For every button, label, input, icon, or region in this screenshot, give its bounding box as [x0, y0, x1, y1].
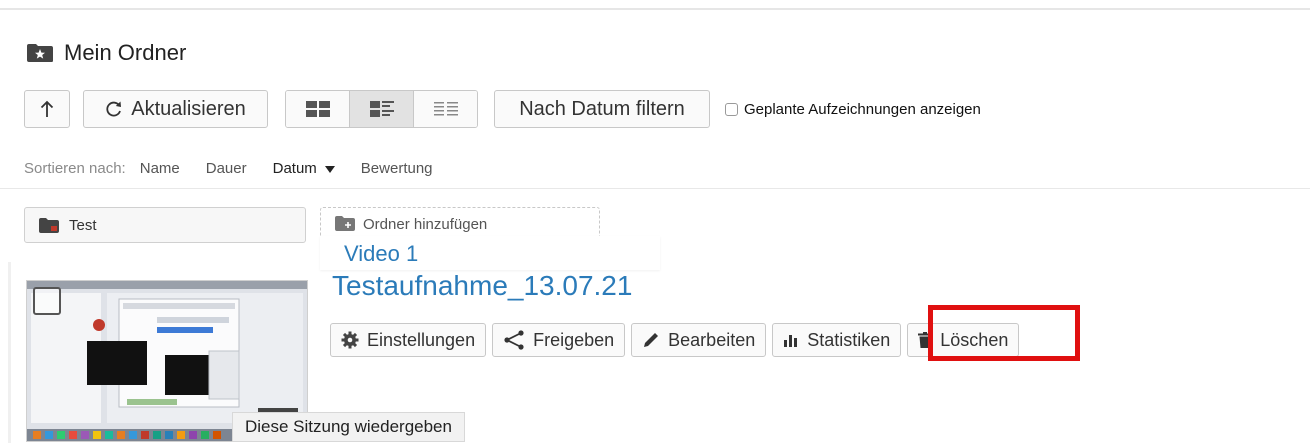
statistics-button[interactable]: Statistiken	[772, 323, 902, 357]
starred-folder-icon	[26, 43, 54, 63]
select-checkbox[interactable]	[33, 287, 61, 315]
date-filter-button[interactable]: Nach Datum filtern	[494, 90, 710, 128]
refresh-label: Aktualisieren	[131, 97, 246, 120]
folder-name: Test	[69, 216, 97, 234]
scheduled-checkbox[interactable]	[725, 102, 738, 116]
refresh-button[interactable]: Aktualisieren	[83, 90, 268, 128]
sort-desc-icon	[324, 165, 335, 173]
folder-add-icon	[335, 216, 355, 231]
edit-label: Bearbeiten	[668, 329, 756, 350]
sort-date[interactable]: Datum	[273, 160, 335, 177]
list-icon	[433, 102, 458, 116]
settings-button[interactable]: Einstellungen	[330, 323, 487, 357]
scheduled-recordings-toggle[interactable]: Geplante Aufzeichnungen anzeigen	[725, 101, 981, 118]
grid-view-button[interactable]	[286, 91, 350, 127]
scheduled-label: Geplante Aufzeichnungen anzeigen	[744, 100, 981, 118]
top-divider	[0, 8, 1310, 10]
sort-bar: Sortieren nach: Name Dauer Datum Bewertu…	[24, 160, 459, 177]
detail-list-icon	[369, 101, 394, 117]
sort-divider	[0, 188, 1310, 189]
play-session-tooltip: Diese Sitzung wiedergeben	[232, 412, 465, 442]
tooltip-text: Diese Sitzung wiedergeben	[245, 417, 452, 436]
folder-red-icon	[39, 217, 59, 233]
gear-icon	[341, 331, 359, 349]
list-view-button[interactable]	[414, 91, 477, 127]
up-button[interactable]	[24, 90, 70, 128]
video-tab[interactable]: Video 1	[320, 236, 660, 270]
sort-name[interactable]: Name	[140, 160, 180, 177]
share-label: Freigeben	[533, 329, 615, 350]
share-button[interactable]: Freigeben	[492, 323, 626, 357]
bar-chart-icon	[784, 335, 798, 347]
page-title-text: Mein Ordner	[64, 40, 187, 65]
arrow-up-icon	[40, 100, 54, 117]
delete-highlight-box	[928, 305, 1080, 361]
detail-view-button[interactable]	[350, 91, 414, 127]
edit-button[interactable]: Bearbeiten	[631, 323, 767, 357]
refresh-icon	[106, 101, 122, 117]
recording-actions: Einstellungen Freigeben Bearbeiten Stati…	[330, 323, 1020, 357]
statistics-label: Statistiken	[807, 329, 891, 350]
folder-tile-test[interactable]: Test	[24, 207, 306, 243]
sort-rating[interactable]: Bewertung	[361, 160, 433, 177]
grid-icon	[305, 101, 330, 117]
sort-date-label: Datum	[272, 160, 317, 177]
view-mode-group	[285, 90, 478, 128]
pencil-icon	[644, 333, 659, 347]
recording-title[interactable]: Testaufnahme_13.07.21	[332, 266, 852, 306]
settings-label: Einstellungen	[367, 329, 476, 350]
recording-title-text: Testaufnahme_13.07.21	[332, 270, 633, 301]
page-title: Mein Ordner	[26, 36, 186, 70]
video-tab-label: Video 1	[344, 241, 419, 266]
share-icon	[504, 330, 524, 350]
toolbar: Aktualisieren Nach Datum filtern Geplant…	[24, 90, 981, 128]
add-folder-label: Ordner hinzufügen	[363, 216, 488, 233]
sort-label: Sortieren nach:	[24, 160, 126, 177]
sort-duration[interactable]: Dauer	[206, 160, 247, 177]
